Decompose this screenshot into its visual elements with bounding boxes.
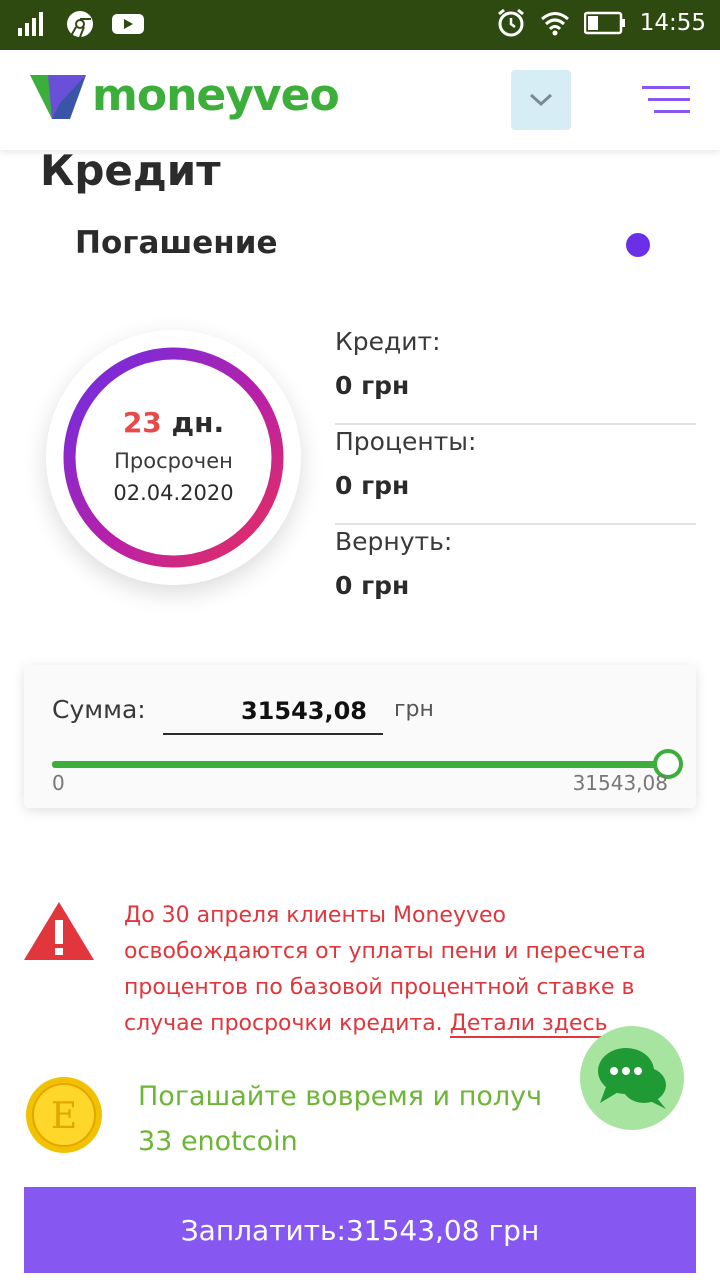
summary-row-return: Вернуть: 0 грн: [335, 525, 696, 625]
promo-message: Погашайте вовремя и получ 33 enotcoin: [138, 1074, 588, 1164]
amount-currency: грн: [394, 697, 434, 722]
warning-message: До 30 апреля клиенты Moneyveo освобождаю…: [124, 898, 694, 1042]
amount-label: Сумма:: [52, 695, 146, 724]
coin-letter: E: [51, 1096, 77, 1137]
hamburger-menu-icon[interactable]: [642, 84, 692, 116]
slider-min-label: 0: [52, 771, 65, 795]
loan-summary: Кредит: 0 грн Проценты: 0 грн Вернуть: 0…: [335, 325, 696, 625]
summary-label: Кредит:: [335, 327, 441, 356]
pay-button[interactable]: Заплатить:31543,08 грн: [24, 1187, 696, 1273]
summary-label: Проценты:: [335, 427, 477, 456]
section-title: Погашение: [75, 225, 278, 261]
summary-label: Вернуть:: [335, 527, 453, 556]
summary-value: 0 грн: [335, 471, 410, 500]
details-link[interactable]: Детали здесь: [449, 1011, 608, 1038]
promo-line-2: 33 enotcoin: [138, 1126, 298, 1157]
days-count: 23 дн.: [46, 406, 301, 439]
chevron-down-icon: [529, 93, 553, 107]
status-bar: 14:55: [0, 0, 720, 50]
battery-icon: [583, 11, 625, 35]
overdue-date: 02.04.2020: [113, 481, 234, 505]
brand-name[interactable]: moneyveo: [92, 70, 340, 121]
app-header: moneyveo: [0, 50, 720, 150]
summary-row-interest: Проценты: 0 грн: [335, 425, 696, 525]
enotcoin-icon: E: [26, 1077, 102, 1153]
wifi-icon: [540, 12, 569, 36]
summary-value: 0 грн: [335, 371, 410, 400]
youtube-icon: [112, 14, 144, 34]
amount-slider-track[interactable]: [52, 761, 670, 768]
alarm-icon: [497, 8, 524, 37]
days-overdue-circle: 23 дн. Просрочен 02.04.2020: [46, 330, 301, 585]
promo-line-1: Погашайте вовремя и получ: [138, 1081, 543, 1112]
days-unit: дн.: [171, 406, 225, 439]
days-number: 23: [122, 406, 162, 439]
slider-max-label: 31543,08: [572, 771, 668, 795]
clock-time: 14:55: [639, 10, 706, 36]
summary-value: 0 грн: [335, 571, 410, 600]
chat-bubble-icon: [598, 1048, 666, 1109]
summary-row-credit: Кредит: 0 грн: [335, 325, 696, 425]
account-dropdown-button[interactable]: [511, 70, 571, 130]
amount-input[interactable]: [163, 689, 383, 735]
chat-button[interactable]: [580, 1026, 684, 1130]
warning-icon: [24, 902, 94, 960]
chrome-icon: [67, 11, 93, 38]
page-title: Кредит: [40, 146, 221, 195]
signal-icon: [18, 12, 43, 36]
payment-amount-card: Сумма: грн 0 31543,08: [24, 665, 696, 808]
overdue-status: Просрочен: [114, 449, 233, 473]
status-dot: [626, 233, 650, 257]
moneyveo-logo-icon[interactable]: [30, 75, 86, 119]
